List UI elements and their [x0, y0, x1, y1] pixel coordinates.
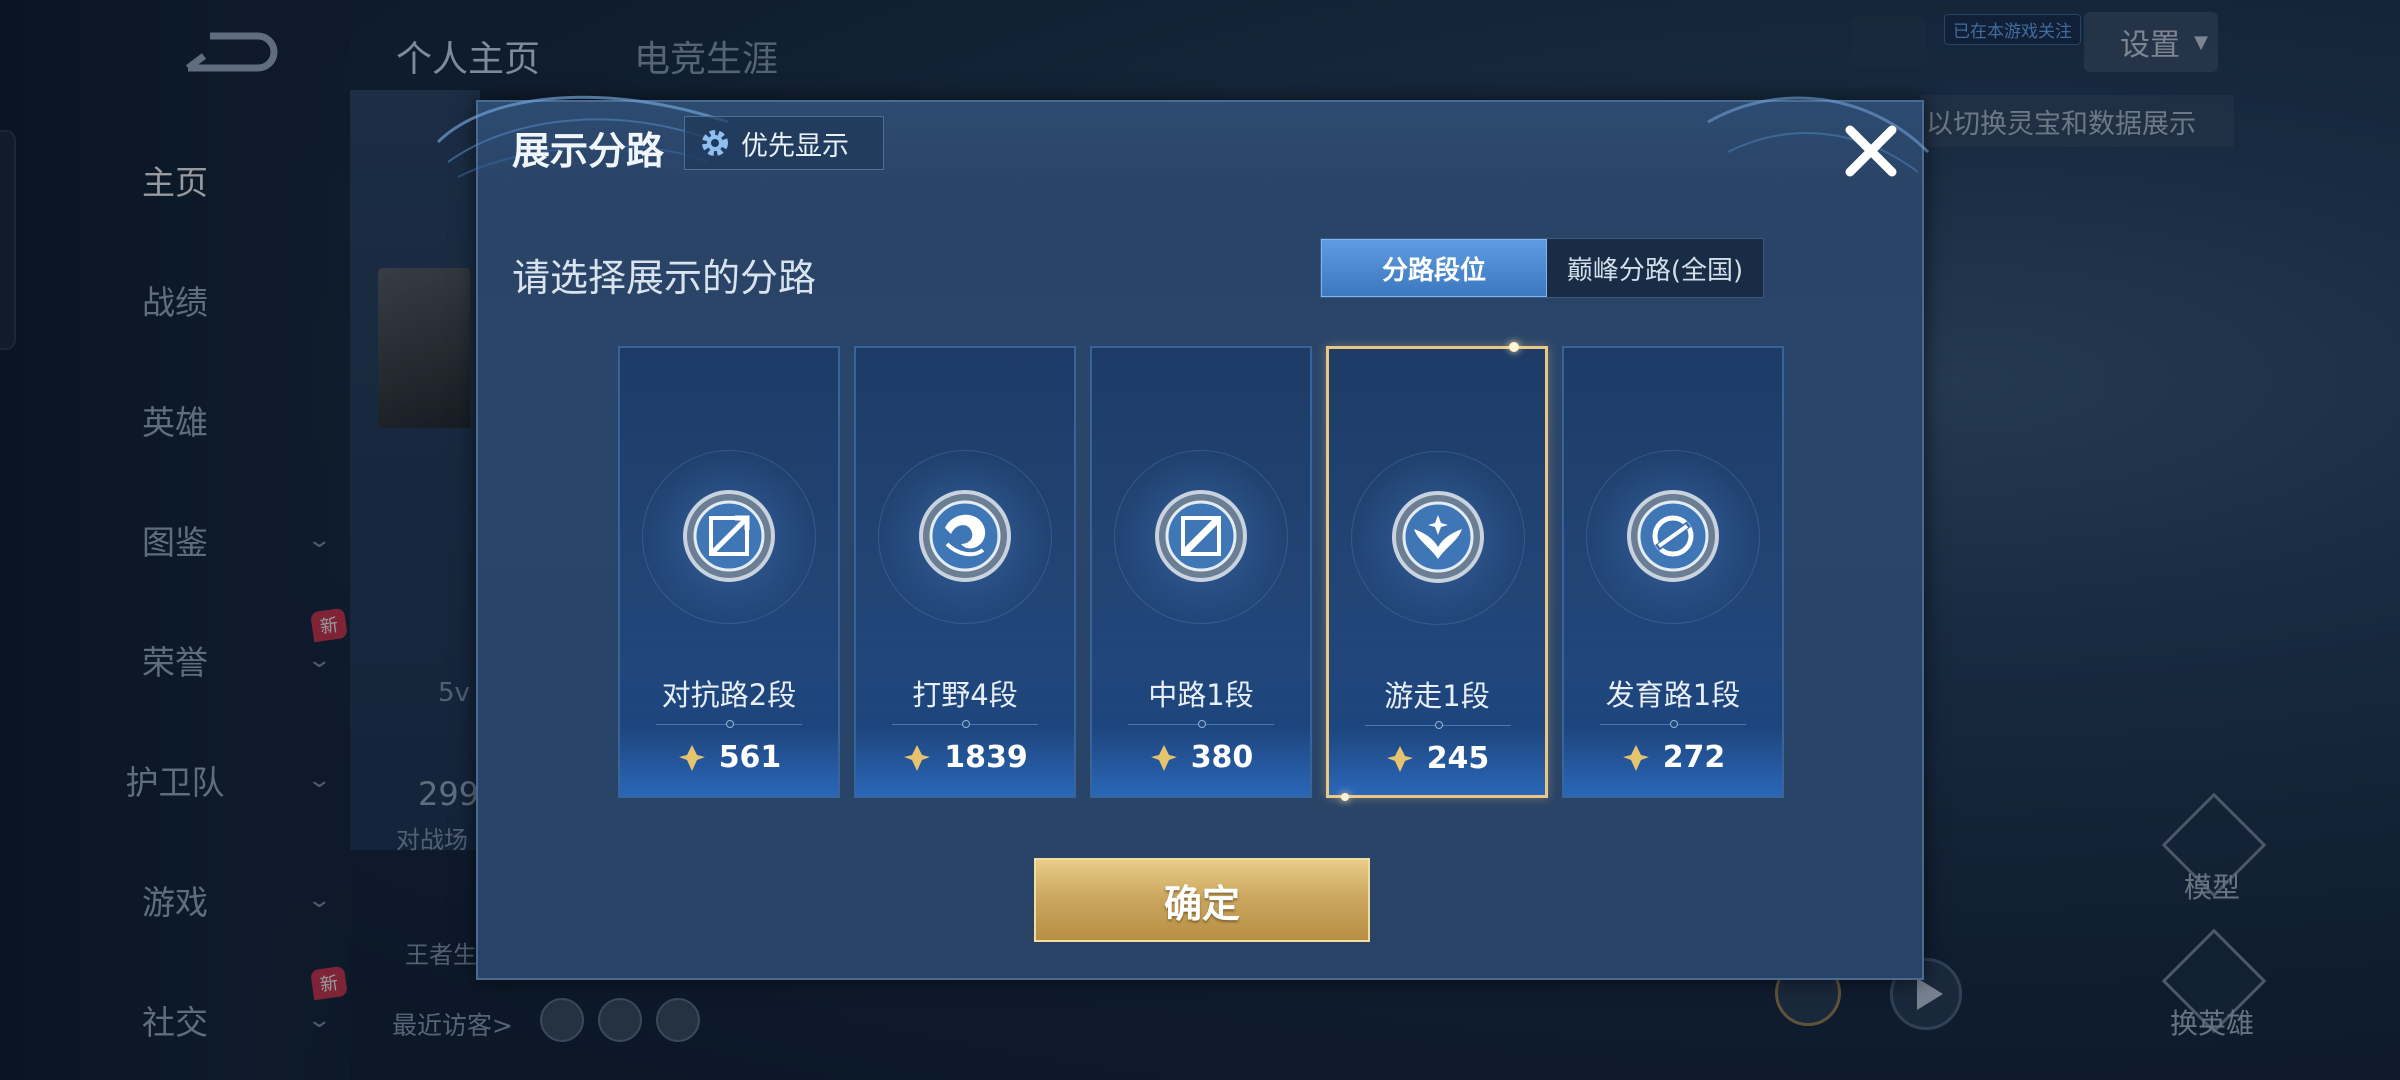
lane-rank-label: 中路1段	[1148, 678, 1254, 712]
priority-display-label: 优先显示	[741, 130, 849, 162]
tab-peak-lane[interactable]: 巅峰分路(全国)	[1547, 239, 1763, 297]
lane-rank-label: 游走1段	[1384, 679, 1490, 713]
confirm-label: 确定	[1163, 881, 1240, 926]
score-icon	[1386, 745, 1413, 772]
lane-score: 380	[1092, 740, 1310, 775]
sword-shield-icon	[683, 490, 775, 582]
lane-score-value: 1839	[944, 740, 1028, 775]
divider-dot	[962, 720, 970, 728]
lane-card-roam[interactable]: 游走1段 245	[1326, 342, 1548, 801]
lane-score: 1839	[856, 740, 1074, 775]
lane-score: 561	[620, 740, 838, 775]
lane-card-jungle[interactable]: 打野4段 1839	[854, 346, 1076, 798]
wings-icon	[1392, 491, 1484, 583]
divider-dot	[1435, 721, 1443, 729]
score-icon	[1150, 744, 1177, 771]
score-icon	[678, 744, 705, 771]
arrow-circle-icon	[1627, 490, 1719, 582]
priority-display-button[interactable]: 优先显示	[684, 116, 884, 170]
lane-score-value: 272	[1662, 740, 1726, 775]
dragon-claw-icon	[919, 490, 1011, 582]
gear-icon	[702, 130, 728, 156]
lane-rank-label: 发育路1段	[1605, 678, 1741, 712]
lane-card-farm[interactable]: 发育路1段 272	[1562, 346, 1784, 798]
lane-rank-label: 打野4段	[912, 678, 1018, 712]
tab-lane-rank[interactable]: 分路段位	[1321, 239, 1547, 297]
mid-slash-icon	[1155, 490, 1247, 582]
lane-card-mid[interactable]: 中路1段 380	[1090, 346, 1312, 798]
close-icon[interactable]	[1836, 116, 1906, 186]
lane-select-dialog: 展示分路 优先显示 请选择展示的分路 分路段位 巅峰分路(全国) 对抗路2段 5…	[436, 95, 1930, 980]
dialog-subtitle: 请选择展示的分路	[512, 256, 817, 300]
lane-rank-label: 对抗路2段	[661, 678, 797, 712]
lane-score-value: 245	[1426, 741, 1490, 776]
divider-dot	[1670, 720, 1678, 728]
lane-score: 245	[1329, 741, 1545, 776]
display-mode-toggle: 分路段位 巅峰分路(全国)	[1320, 238, 1764, 298]
score-icon	[1622, 744, 1649, 771]
lane-score-value: 380	[1190, 740, 1254, 775]
lane-card-clash[interactable]: 对抗路2段 561	[618, 346, 840, 798]
score-icon	[904, 744, 931, 771]
divider-dot	[726, 720, 734, 728]
selection-sparkle	[1341, 793, 1349, 801]
selection-sparkle	[1509, 342, 1519, 352]
lane-score-value: 561	[718, 740, 782, 775]
lane-score: 272	[1564, 740, 1782, 775]
dialog-title: 展示分路	[512, 129, 665, 173]
confirm-button[interactable]: 确定	[1034, 858, 1370, 942]
divider-dot	[1198, 720, 1206, 728]
